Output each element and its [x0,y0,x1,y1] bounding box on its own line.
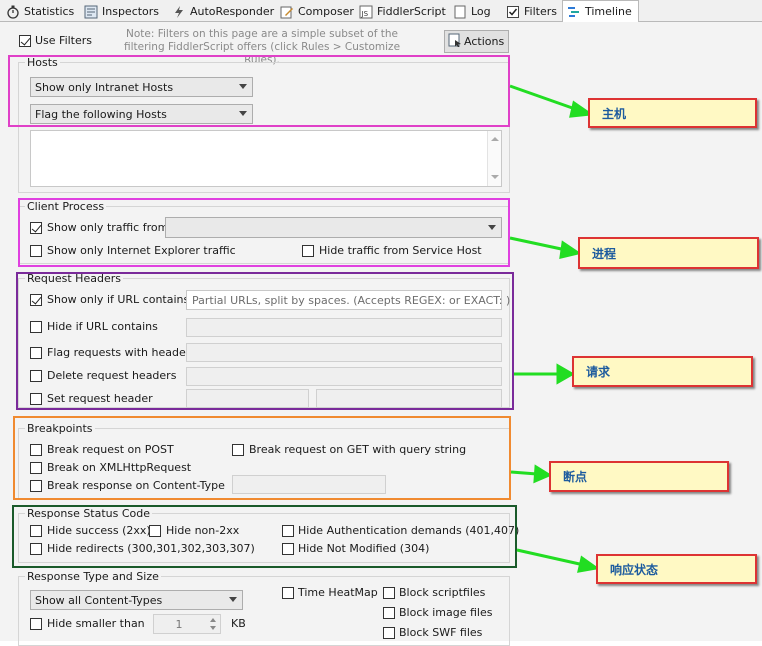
callout-hosts: 主机 [588,98,757,128]
callout-response-status: 响应状态 [596,554,757,584]
callout-request: 请求 [572,356,753,387]
callout-breakpoints: 断点 [549,461,729,492]
callout-process: 进程 [578,237,759,269]
annotation-arrows [509,84,600,573]
